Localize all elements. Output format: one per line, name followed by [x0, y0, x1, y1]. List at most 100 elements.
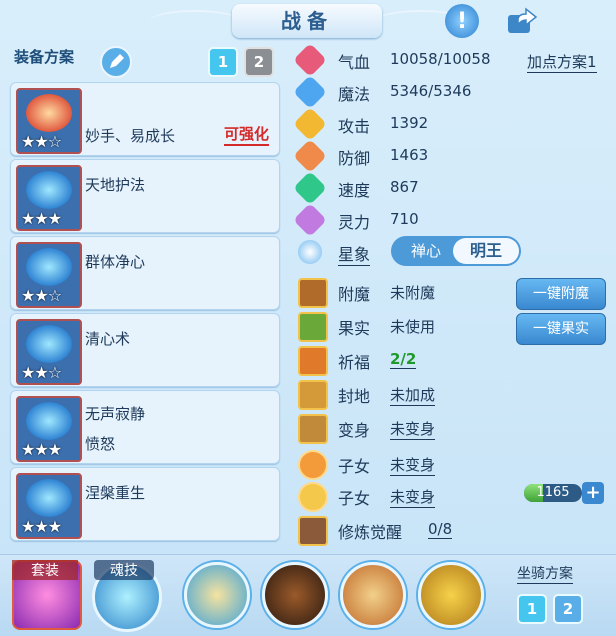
scheme-row[interactable]: ★★★ 天地护法: [10, 159, 280, 233]
scheme-row[interactable]: ★★☆ 清心术: [10, 313, 280, 387]
scheme-name: 群体净心: [85, 253, 146, 271]
edit-scheme-button[interactable]: [100, 46, 132, 78]
mount-slot-4[interactable]: [418, 562, 484, 628]
scheme-name: 无声寂静: [85, 405, 146, 423]
extra-label: 子女: [338, 457, 371, 476]
mount-page-1[interactable]: 1: [517, 594, 547, 624]
fruit-icon: [298, 312, 328, 342]
enchant-all-button[interactable]: 一键附魔: [516, 278, 606, 310]
battle-prep-panel: 战备 ! 装备方案 1 2 ★★☆ 妙手、易成长 可强化 ★★★ 天地护法 ★★…: [0, 0, 616, 636]
heart-icon: [293, 43, 327, 77]
stat-value: 5346/5346: [390, 82, 472, 100]
child-icon: [298, 482, 328, 512]
stat-label: 魔法: [338, 85, 371, 104]
enchant-icon: [298, 278, 328, 308]
skill-icon: ★★☆: [16, 319, 82, 385]
scheme-name: 妙手、易成长: [85, 127, 176, 145]
fire-skill-icon: [26, 94, 72, 132]
fief-icon: [298, 380, 328, 410]
alert-button[interactable]: !: [445, 4, 479, 38]
child-icon: [298, 450, 328, 480]
mount-slot-2[interactable]: [262, 562, 328, 628]
scheme-row[interactable]: ★★☆ 妙手、易成长 可强化: [10, 82, 280, 156]
mount-page-2[interactable]: 2: [553, 594, 583, 624]
stat-label: 灵力: [338, 213, 371, 232]
extra-label: 修炼觉醒: [338, 523, 403, 542]
skill-icon: ★★★: [16, 473, 82, 539]
shield-skill-icon: [26, 171, 72, 209]
mount-plan-title: 坐骑方案: [517, 563, 573, 584]
title-banner: 战备: [232, 4, 382, 38]
stat-label: 速度: [338, 181, 371, 200]
extra-label: 变身: [338, 421, 371, 440]
shield-icon: [293, 139, 327, 173]
extra-value[interactable]: 未变身: [390, 454, 436, 476]
scheme-row[interactable]: ★★★ 涅槃重生: [10, 467, 280, 541]
plus-icon: +: [585, 482, 601, 503]
stat-value: 10058/10058: [390, 50, 491, 68]
sword-icon: [293, 107, 327, 141]
extra-value[interactable]: 2/2: [390, 350, 417, 369]
stat-value: 1392: [390, 114, 429, 132]
stat-label: 攻击: [338, 117, 371, 136]
extra-label: 果实: [338, 319, 371, 338]
star-rating: ★★★: [21, 440, 62, 459]
scheme-subname: 愤怒: [85, 435, 116, 453]
pencil-icon: [110, 54, 124, 68]
share-button[interactable]: [505, 4, 539, 38]
progress-value: 1165: [536, 485, 570, 500]
scheme-page-2[interactable]: 2: [244, 47, 274, 77]
calm-skill-icon: [26, 325, 72, 363]
scheme-row[interactable]: ★★★ 无声寂静 愤怒: [10, 390, 280, 464]
rebirth-skill-icon: [26, 479, 72, 517]
star-sign-icon: [298, 240, 322, 264]
gear-set-label: 套装: [12, 560, 78, 580]
extra-value[interactable]: 未变身: [390, 486, 436, 508]
stat-label: 防御: [338, 149, 371, 168]
xingxiang-toggle[interactable]: 禅心 明王: [391, 236, 521, 266]
extra-label: 封地: [338, 387, 371, 406]
extra-value[interactable]: 未变身: [390, 418, 436, 440]
skill-icon: ★★★: [16, 396, 82, 462]
star-rating: ★★☆: [21, 363, 62, 382]
stat-value: 710: [390, 210, 419, 228]
skill-icon: ★★☆: [16, 88, 82, 154]
mana-icon: [293, 75, 327, 109]
scheme-row[interactable]: ★★☆ 群体净心: [10, 236, 280, 310]
skill-icon: ★★☆: [16, 242, 82, 308]
scheme-page-1[interactable]: 1: [208, 47, 238, 77]
soul-skill-label: 魂技: [94, 560, 154, 580]
purify-skill-icon: [26, 248, 72, 286]
scheme-name: 天地护法: [85, 176, 146, 194]
extra-value[interactable]: 未加成: [390, 384, 436, 406]
toggle-option-mingwang[interactable]: 明王: [453, 238, 519, 264]
equipment-scheme-title: 装备方案: [14, 48, 75, 66]
star-rating: ★★★: [21, 209, 62, 228]
scheme-name: 涅槃重生: [85, 484, 146, 502]
attribute-plan-link[interactable]: 加点方案1: [527, 51, 597, 73]
stat-value: 867: [390, 178, 419, 196]
fruit-all-button[interactable]: 一键果实: [516, 313, 606, 345]
transform-icon: [298, 414, 328, 444]
enhance-link[interactable]: 可强化: [223, 123, 269, 146]
extra-value[interactable]: 0/8: [428, 520, 453, 539]
share-icon: [508, 7, 538, 33]
extra-label: 祈福: [338, 353, 371, 372]
extra-label: 附魔: [338, 285, 371, 304]
star-rating: ★★☆: [21, 132, 62, 151]
spirit-icon: [293, 203, 327, 237]
cultivation-icon: [298, 516, 328, 546]
add-progress-button[interactable]: +: [582, 482, 604, 504]
title-ornament-left: [150, 10, 240, 32]
stat-label[interactable]: 星象: [338, 241, 371, 266]
star-rating: ★★☆: [21, 286, 62, 305]
star-rating: ★★★: [21, 517, 62, 536]
mount-slot-3[interactable]: [340, 562, 406, 628]
silence-skill-icon: [26, 402, 72, 440]
mount-slot-1[interactable]: [184, 562, 250, 628]
page-title: 战备: [281, 9, 333, 33]
stat-value: 1463: [390, 146, 429, 164]
exclamation-icon: !: [456, 8, 468, 34]
blessing-icon: [298, 346, 328, 376]
toggle-option-chanxin[interactable]: 禅心: [397, 236, 455, 266]
